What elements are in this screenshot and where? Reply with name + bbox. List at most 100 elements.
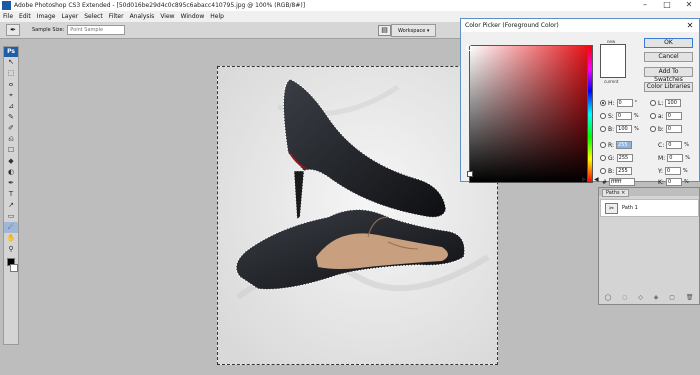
eyedropper-tool-icon[interactable]: ☄ xyxy=(4,222,18,233)
color-field[interactable] xyxy=(469,45,588,183)
zoom-tool-icon[interactable]: ⚲ xyxy=(4,244,18,255)
path-selection-tool-icon[interactable]: ↗ xyxy=(4,200,18,211)
green-radio[interactable] xyxy=(600,155,606,161)
marquee-tool-icon[interactable]: ⬚ xyxy=(4,68,18,79)
menu-analysis[interactable]: Analysis xyxy=(127,13,158,20)
color-libraries-button[interactable]: Color Libraries xyxy=(644,82,693,92)
workspace-button[interactable]: Workspace ▾ xyxy=(391,24,437,37)
hue-slider[interactable] xyxy=(587,45,593,183)
close-window-button[interactable]: ✕ xyxy=(678,0,700,11)
fill-path-icon[interactable]: ◯ xyxy=(604,294,611,304)
bridge-icon[interactable]: ▤ xyxy=(378,25,391,36)
new-color-swatch xyxy=(600,44,626,78)
black-input[interactable]: 0 xyxy=(665,178,682,186)
a-row: a: 0 xyxy=(650,112,684,120)
hex-input[interactable]: ffffff xyxy=(609,178,636,186)
cyan-input[interactable]: 0 xyxy=(666,141,683,149)
brightness-input[interactable]: 100 xyxy=(616,125,633,133)
blue-radio[interactable] xyxy=(600,168,606,174)
hue-arrow-right-icon[interactable]: ◀ xyxy=(594,176,599,183)
hue-arrow-left-icon[interactable]: ▶ xyxy=(582,176,587,183)
yellow-input[interactable]: 0 xyxy=(664,167,681,175)
pen-tool-icon[interactable]: ✒ xyxy=(4,178,18,189)
green-input[interactable]: 255 xyxy=(616,154,633,162)
brightness-row: B: 100 % xyxy=(600,125,639,133)
brush-tool-icon[interactable]: ✎ xyxy=(4,112,18,123)
minimize-button[interactable]: – xyxy=(634,0,656,11)
hand-tool-icon[interactable]: ✋ xyxy=(4,233,18,244)
menu-layer[interactable]: Layer xyxy=(58,13,81,20)
blue-input[interactable]: 255 xyxy=(616,167,633,175)
degree-unit: ° xyxy=(634,100,638,106)
make-work-path-icon[interactable]: ◈ xyxy=(654,294,659,304)
window-title: Adobe Photoshop CS3 Extended - [50d016be… xyxy=(14,2,306,9)
only-web-colors-checkbox[interactable] xyxy=(467,171,473,177)
lasso-tool-icon[interactable]: ⴰ xyxy=(4,79,18,90)
blue-label: B: xyxy=(608,167,615,175)
load-selection-icon[interactable]: ◇ xyxy=(638,294,643,304)
move-tool-icon[interactable]: ↖ xyxy=(4,57,18,68)
lightness-radio[interactable] xyxy=(650,100,656,106)
dialog-close-button[interactable]: ✕ xyxy=(681,19,699,32)
green-row: G: 255 xyxy=(600,154,635,162)
green-label: G: xyxy=(608,154,615,162)
sample-size-select[interactable]: Point Sample xyxy=(67,25,126,35)
add-to-swatches-button[interactable]: Add To Swatches xyxy=(644,67,693,83)
saturation-input[interactable]: 0 xyxy=(615,112,632,120)
tab-paths[interactable]: Paths × xyxy=(602,189,630,197)
magenta-input[interactable]: 0 xyxy=(667,154,684,162)
maximize-button[interactable]: □ xyxy=(656,0,678,11)
lightness-row: L: 100 xyxy=(650,99,683,107)
menu-window[interactable]: Window xyxy=(178,13,208,20)
ok-button[interactable]: OK xyxy=(644,38,693,48)
background-color[interactable] xyxy=(10,264,18,272)
quick-select-tool-icon[interactable]: ⌖ xyxy=(4,90,18,101)
hue-radio[interactable] xyxy=(600,100,606,106)
stroke-path-icon[interactable]: ◌ xyxy=(622,294,627,304)
hue-input[interactable]: 0 xyxy=(616,99,633,107)
document-canvas[interactable] xyxy=(217,66,498,365)
blue-row: B: 255 xyxy=(600,167,634,175)
percent-unit: % xyxy=(634,126,639,132)
list-item[interactable]: ✂ Path 1 xyxy=(600,199,699,217)
lightness-input[interactable]: 100 xyxy=(665,99,682,107)
crop-tool-icon[interactable]: ⊿ xyxy=(4,101,18,112)
red-input[interactable]: 255 xyxy=(616,141,633,149)
black-row: K: 0 % xyxy=(658,178,689,186)
menu-file[interactable]: File xyxy=(0,13,16,20)
red-radio[interactable] xyxy=(600,142,606,148)
clone-stamp-tool-icon[interactable]: ✐ xyxy=(4,123,18,134)
a-input[interactable]: 0 xyxy=(665,112,682,120)
a-radio[interactable] xyxy=(650,113,656,119)
saturation-row: S: 0 % xyxy=(600,112,639,120)
color-swatches[interactable] xyxy=(4,255,18,277)
menu-filter[interactable]: Filter xyxy=(106,13,127,20)
type-tool-icon[interactable]: T xyxy=(4,189,18,200)
delete-path-icon[interactable]: 🗑 xyxy=(686,294,694,304)
ps-logo: Ps xyxy=(4,47,18,57)
cancel-button[interactable]: Cancel xyxy=(644,52,693,62)
menu-view[interactable]: View xyxy=(157,13,177,20)
menu-select[interactable]: Select xyxy=(81,13,106,20)
gradient-tool-icon[interactable]: ◆ xyxy=(4,156,18,167)
color-field-marker[interactable] xyxy=(466,45,472,51)
brightness-radio[interactable] xyxy=(600,126,606,132)
menu-edit[interactable]: Edit xyxy=(16,13,34,20)
black-label: K: xyxy=(658,178,664,186)
new-path-icon[interactable]: ▢ xyxy=(669,294,675,304)
path-name: Path 1 xyxy=(622,205,638,211)
menu-image[interactable]: Image xyxy=(34,13,59,20)
b-radio[interactable] xyxy=(650,126,656,132)
history-brush-tool-icon[interactable]: ⎌ xyxy=(4,134,18,145)
b-input[interactable]: 0 xyxy=(665,125,682,133)
saturation-radio[interactable] xyxy=(600,113,606,119)
only-web-colors[interactable]: Only Web Colors xyxy=(467,171,517,177)
dodge-tool-icon[interactable]: ◐ xyxy=(4,167,18,178)
hue-row: H: 0 ° xyxy=(600,99,637,107)
percent-unit: % xyxy=(683,179,689,185)
menu-help[interactable]: Help xyxy=(207,13,227,20)
cyan-label: C: xyxy=(658,141,665,149)
eraser-tool-icon[interactable]: ☐ xyxy=(4,145,18,156)
eyedropper-icon[interactable]: ✒ xyxy=(6,24,20,36)
shape-tool-icon[interactable]: ▭ xyxy=(4,211,18,222)
